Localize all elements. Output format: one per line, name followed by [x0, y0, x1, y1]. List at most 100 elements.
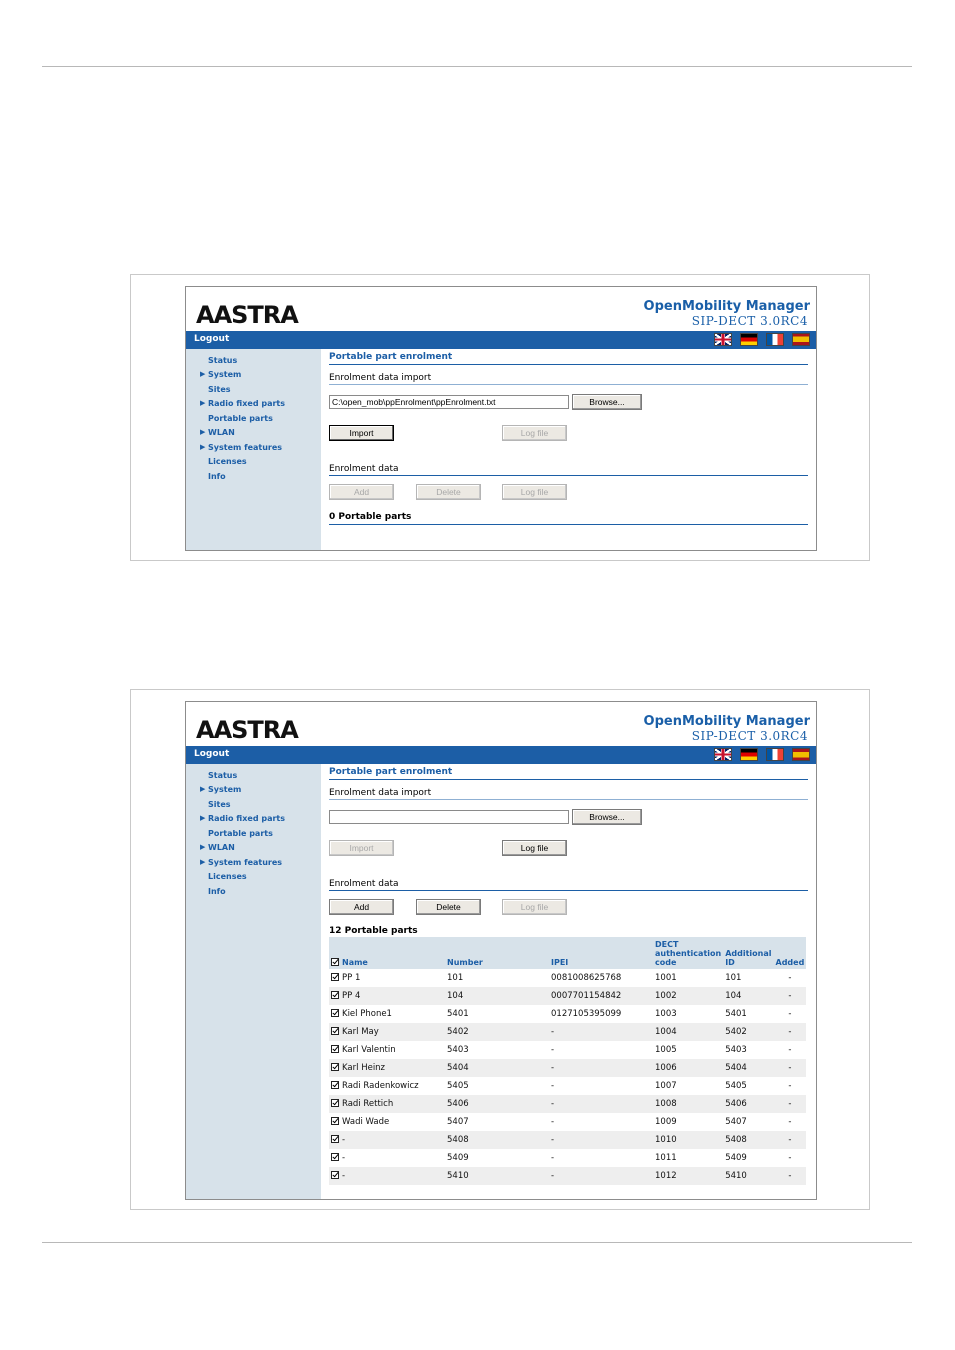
sidebar-item-info[interactable]: Info — [208, 887, 226, 896]
additional-id-cell: 5408 — [723, 1131, 774, 1149]
table-row[interactable]: PP 1 101 0081008625768 1001 101 - — [329, 969, 806, 987]
section-divider — [329, 475, 808, 476]
delete-button[interactable]: Delete — [416, 484, 481, 500]
dect-auth-cell: 1001 — [655, 973, 677, 983]
table-row[interactable]: -5410-1012 5410- — [329, 1167, 807, 1185]
table-row[interactable]: Karl Heinz 5404-1006 5404- — [329, 1059, 807, 1077]
sidebar-item-licenses[interactable]: Licenses — [208, 872, 247, 881]
ipei-column-header[interactable]: IPEI — [549, 937, 653, 969]
french-flag-icon[interactable] — [766, 333, 784, 346]
number-cell: 5401 — [447, 1009, 469, 1019]
german-flag-icon[interactable] — [740, 333, 758, 346]
sidebar-item-label: WLAN — [208, 428, 235, 437]
additional-id-column-header[interactable]: Additional ID — [723, 937, 774, 969]
portable-parts-table: Name Number IPEI DECT authentication cod… — [329, 937, 807, 1185]
dect-auth-cell: 1011 — [655, 1153, 677, 1163]
sidebar-item-status[interactable]: Status — [208, 356, 237, 365]
file-path-input[interactable] — [329, 810, 569, 824]
name-column-header[interactable]: Name — [329, 937, 445, 969]
table-row[interactable]: -5408-1010 5408- — [329, 1131, 807, 1149]
table-row[interactable]: Wadi Wade 5407 - 1009 5407 - — [329, 1113, 806, 1131]
main-content: Portable part enrolment Enrolment data i… — [329, 764, 808, 1199]
table-row[interactable]: - 5409 - 1011 5409 - — [329, 1149, 806, 1167]
add-button[interactable]: Add — [329, 484, 394, 500]
log-file-button-2[interactable]: Log file — [502, 484, 567, 500]
import-button[interactable]: Import — [329, 425, 394, 441]
title-divider — [329, 779, 808, 780]
row-checkbox[interactable] — [331, 1171, 339, 1179]
row-checkbox[interactable] — [331, 1153, 339, 1161]
table-row[interactable]: PP 4 104 0007701154842 1002 104- — [329, 987, 807, 1005]
sidebar-item-portable-parts[interactable]: Portable parts — [208, 414, 273, 423]
sidebar-item-wlan[interactable]: ▶ WLAN — [200, 843, 235, 852]
spanish-flag-icon[interactable] — [792, 333, 810, 346]
row-checkbox[interactable] — [331, 973, 339, 981]
page-title: Portable part enrolment — [329, 352, 453, 362]
log-file-button[interactable]: Log file — [502, 840, 567, 856]
import-button[interactable]: Import — [329, 840, 394, 856]
table-row[interactable]: Radi Rettich 5406-1008 5406- — [329, 1095, 807, 1113]
sidebar-item-system[interactable]: ▶ System — [200, 370, 241, 379]
table-row[interactable]: Karl May 5402-1004 5402- — [329, 1023, 807, 1041]
browse-button[interactable]: Browse... — [572, 394, 642, 410]
row-checkbox[interactable] — [331, 1135, 339, 1143]
row-checkbox[interactable] — [331, 1009, 339, 1017]
ipei-cell: - — [549, 1095, 653, 1113]
german-flag-icon[interactable] — [740, 748, 758, 761]
sidebar-item-info[interactable]: Info — [208, 472, 226, 481]
row-checkbox[interactable] — [331, 1063, 339, 1071]
expand-arrow-icon: ▶ — [200, 814, 206, 822]
sidebar-item-sites[interactable]: Sites — [208, 800, 231, 809]
logout-link[interactable]: Logout — [194, 749, 229, 759]
table-row[interactable]: Kiel Phone1 5401 0127105395099 1003 5401 - — [329, 1005, 806, 1023]
name-cell: Karl Heinz — [329, 1059, 445, 1077]
added-column-header[interactable]: Added — [773, 937, 807, 969]
sidebar-item-label: Portable parts — [208, 829, 273, 838]
number-cell: 5408 — [445, 1131, 549, 1149]
ipei-cell: 0081008625768 — [551, 973, 622, 983]
log-file-button-2[interactable]: Log file — [502, 899, 567, 915]
row-checkbox[interactable] — [331, 1027, 339, 1035]
sidebar-item-portable-parts[interactable]: Portable parts — [208, 829, 273, 838]
row-checkbox[interactable] — [331, 1099, 339, 1107]
sidebar-item-wlan[interactable]: ▶ WLAN — [200, 428, 235, 437]
spanish-flag-icon[interactable] — [792, 748, 810, 761]
number-cell: 5404 — [445, 1059, 549, 1077]
expand-arrow-icon: ▶ — [200, 443, 206, 451]
sidebar-item-system[interactable]: ▶ System — [200, 785, 242, 794]
sidebar-item-radio-fixed-parts[interactable]: ▶ Radio fixed parts — [200, 399, 285, 408]
sidebar-item-label: Sites — [208, 385, 231, 394]
log-file-button[interactable]: Log file — [502, 425, 567, 441]
row-checkbox[interactable] — [331, 1045, 339, 1053]
table-row[interactable]: Karl Valentin 5403 - 1005 5403 - — [329, 1041, 806, 1059]
english-flag-icon[interactable] — [714, 333, 732, 346]
name-cell: - — [329, 1131, 445, 1149]
sidebar-item-licenses[interactable]: Licenses — [208, 457, 247, 466]
file-path-input[interactable]: C:\open_mob\ppEnrolment\ppEnrolment.txt — [329, 395, 569, 409]
table-top-divider — [329, 524, 808, 525]
sidebar-item-system-features[interactable]: ▶ System features — [200, 858, 282, 867]
sidebar-item-system-features[interactable]: ▶ System features — [200, 443, 282, 452]
name-label: - — [342, 1171, 346, 1181]
top-page-rule — [42, 66, 912, 67]
number-column-header[interactable]: Number — [445, 937, 549, 969]
select-all-checkbox[interactable] — [331, 958, 339, 966]
row-checkbox[interactable] — [331, 991, 339, 999]
row-checkbox[interactable] — [331, 1081, 339, 1089]
name-cell: - — [329, 1149, 445, 1167]
screenshot-frame-2: AASTRA OpenMobility Manager SIP-DECT 3.0… — [130, 689, 870, 1210]
sidebar-item-sites[interactable]: Sites — [208, 385, 231, 394]
browse-button[interactable]: Browse... — [572, 809, 642, 825]
row-checkbox[interactable] — [331, 1117, 339, 1125]
dect-auth-column-header[interactable]: DECT authentication code — [653, 937, 724, 969]
sidebar-item-radio-fixed-parts[interactable]: ▶ Radio fixed parts — [200, 814, 285, 823]
french-flag-icon[interactable] — [766, 748, 784, 761]
delete-button[interactable]: Delete — [416, 899, 481, 915]
sidebar-item-status[interactable]: Status — [208, 771, 237, 780]
number-cell: 5407 — [447, 1117, 469, 1127]
table-row[interactable]: Radi Radenkowicz 5405 - 1007 5405 - — [329, 1077, 806, 1095]
logout-link[interactable]: Logout — [194, 334, 229, 344]
english-flag-icon[interactable] — [714, 748, 732, 761]
add-button[interactable]: Add — [329, 899, 394, 915]
sidebar-item-label: System — [208, 785, 242, 794]
